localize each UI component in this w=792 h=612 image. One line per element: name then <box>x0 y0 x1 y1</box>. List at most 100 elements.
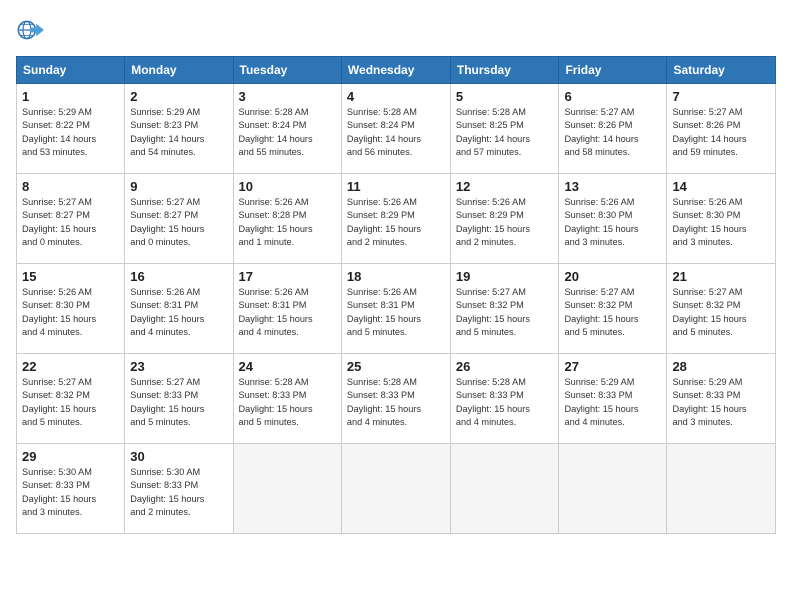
day-info: Sunrise: 5:26 AM Sunset: 8:31 PM Dayligh… <box>239 286 336 339</box>
weekday-header-saturday: Saturday <box>667 57 776 84</box>
day-info: Sunrise: 5:28 AM Sunset: 8:33 PM Dayligh… <box>347 376 445 429</box>
day-number: 9 <box>130 179 227 194</box>
calendar-cell: 23 Sunrise: 5:27 AM Sunset: 8:33 PM Dayli… <box>125 354 233 444</box>
calendar-cell: 2Sunrise: 5:29 AM Sunset: 8:23 PM Daylig… <box>125 84 233 174</box>
day-number: 4 <box>347 89 445 104</box>
day-info: Sunrise: 5:28 AM Sunset: 8:25 PM Dayligh… <box>456 106 554 159</box>
calendar-cell <box>233 444 341 534</box>
day-info: Sunrise: 5:26 AM Sunset: 8:29 PM Dayligh… <box>456 196 554 249</box>
day-info: Sunrise: 5:27 AM Sunset: 8:27 PM Dayligh… <box>130 196 227 249</box>
day-number: 28 <box>672 359 770 374</box>
day-number: 23 <box>130 359 227 374</box>
day-number: 14 <box>672 179 770 194</box>
calendar-cell: 9 Sunrise: 5:27 AM Sunset: 8:27 PM Daylig… <box>125 174 233 264</box>
day-info: Sunrise: 5:29 AM Sunset: 8:23 PM Dayligh… <box>130 106 227 159</box>
day-number: 26 <box>456 359 554 374</box>
day-info: Sunrise: 5:27 AM Sunset: 8:32 PM Dayligh… <box>564 286 661 339</box>
weekday-header-wednesday: Wednesday <box>341 57 450 84</box>
day-info: Sunrise: 5:29 AM Sunset: 8:33 PM Dayligh… <box>672 376 770 429</box>
day-number: 27 <box>564 359 661 374</box>
day-info: Sunrise: 5:26 AM Sunset: 8:29 PM Dayligh… <box>347 196 445 249</box>
day-number: 29 <box>22 449 119 464</box>
day-number: 20 <box>564 269 661 284</box>
calendar-week-5: 29 Sunrise: 5:30 AM Sunset: 8:33 PM Dayli… <box>17 444 776 534</box>
calendar-cell: 15 Sunrise: 5:26 AM Sunset: 8:30 PM Dayli… <box>17 264 125 354</box>
day-info: Sunrise: 5:28 AM Sunset: 8:24 PM Dayligh… <box>347 106 445 159</box>
day-info: Sunrise: 5:27 AM Sunset: 8:26 PM Dayligh… <box>672 106 770 159</box>
day-info: Sunrise: 5:28 AM Sunset: 8:33 PM Dayligh… <box>239 376 336 429</box>
day-number: 18 <box>347 269 445 284</box>
day-number: 25 <box>347 359 445 374</box>
calendar-week-3: 15 Sunrise: 5:26 AM Sunset: 8:30 PM Dayli… <box>17 264 776 354</box>
day-number: 24 <box>239 359 336 374</box>
day-number: 19 <box>456 269 554 284</box>
calendar-cell: 24 Sunrise: 5:28 AM Sunset: 8:33 PM Dayli… <box>233 354 341 444</box>
calendar-cell: 17 Sunrise: 5:26 AM Sunset: 8:31 PM Dayli… <box>233 264 341 354</box>
weekday-header-thursday: Thursday <box>450 57 559 84</box>
weekday-header-row: SundayMondayTuesdayWednesdayThursdayFrid… <box>17 57 776 84</box>
calendar-cell: 5Sunrise: 5:28 AM Sunset: 8:25 PM Daylig… <box>450 84 559 174</box>
day-info: Sunrise: 5:27 AM Sunset: 8:32 PM Dayligh… <box>672 286 770 339</box>
calendar-cell <box>341 444 450 534</box>
calendar-cell: 16 Sunrise: 5:26 AM Sunset: 8:31 PM Dayli… <box>125 264 233 354</box>
day-number: 3 <box>239 89 336 104</box>
day-number: 10 <box>239 179 336 194</box>
day-info: Sunrise: 5:30 AM Sunset: 8:33 PM Dayligh… <box>22 466 119 519</box>
day-number: 8 <box>22 179 119 194</box>
day-info: Sunrise: 5:26 AM Sunset: 8:30 PM Dayligh… <box>672 196 770 249</box>
calendar-cell: 27 Sunrise: 5:29 AM Sunset: 8:33 PM Dayli… <box>559 354 667 444</box>
day-info: Sunrise: 5:27 AM Sunset: 8:27 PM Dayligh… <box>22 196 119 249</box>
calendar-cell: 10Sunrise: 5:26 AM Sunset: 8:28 PM Dayli… <box>233 174 341 264</box>
calendar-week-2: 8 Sunrise: 5:27 AM Sunset: 8:27 PM Daylig… <box>17 174 776 264</box>
calendar-cell: 26 Sunrise: 5:28 AM Sunset: 8:33 PM Dayli… <box>450 354 559 444</box>
day-info: Sunrise: 5:28 AM Sunset: 8:33 PM Dayligh… <box>456 376 554 429</box>
calendar-cell: 8 Sunrise: 5:27 AM Sunset: 8:27 PM Daylig… <box>17 174 125 264</box>
day-number: 7 <box>672 89 770 104</box>
calendar-cell: 14 Sunrise: 5:26 AM Sunset: 8:30 PM Dayli… <box>667 174 776 264</box>
calendar-cell: 29 Sunrise: 5:30 AM Sunset: 8:33 PM Dayli… <box>17 444 125 534</box>
calendar-cell: 4 Sunrise: 5:28 AM Sunset: 8:24 PM Daylig… <box>341 84 450 174</box>
calendar-cell: 22 Sunrise: 5:27 AM Sunset: 8:32 PM Dayli… <box>17 354 125 444</box>
day-info: Sunrise: 5:26 AM Sunset: 8:31 PM Dayligh… <box>347 286 445 339</box>
calendar: SundayMondayTuesdayWednesdayThursdayFrid… <box>16 56 776 534</box>
weekday-header-friday: Friday <box>559 57 667 84</box>
logo <box>16 16 48 44</box>
day-number: 11 <box>347 179 445 194</box>
day-info: Sunrise: 5:30 AM Sunset: 8:33 PM Dayligh… <box>130 466 227 519</box>
day-info: Sunrise: 5:26 AM Sunset: 8:31 PM Dayligh… <box>130 286 227 339</box>
calendar-cell: 3Sunrise: 5:28 AM Sunset: 8:24 PM Daylig… <box>233 84 341 174</box>
calendar-cell: 21Sunrise: 5:27 AM Sunset: 8:32 PM Dayli… <box>667 264 776 354</box>
day-number: 17 <box>239 269 336 284</box>
calendar-cell: 28 Sunrise: 5:29 AM Sunset: 8:33 PM Dayli… <box>667 354 776 444</box>
calendar-cell: 19 Sunrise: 5:27 AM Sunset: 8:32 PM Dayli… <box>450 264 559 354</box>
calendar-cell <box>450 444 559 534</box>
day-number: 12 <box>456 179 554 194</box>
header <box>16 16 776 44</box>
day-number: 16 <box>130 269 227 284</box>
day-number: 30 <box>130 449 227 464</box>
day-number: 13 <box>564 179 661 194</box>
calendar-cell <box>667 444 776 534</box>
weekday-header-monday: Monday <box>125 57 233 84</box>
calendar-cell: 13 Sunrise: 5:26 AM Sunset: 8:30 PM Dayli… <box>559 174 667 264</box>
day-number: 22 <box>22 359 119 374</box>
weekday-header-tuesday: Tuesday <box>233 57 341 84</box>
day-info: Sunrise: 5:27 AM Sunset: 8:32 PM Dayligh… <box>456 286 554 339</box>
calendar-cell: 30 Sunrise: 5:30 AM Sunset: 8:33 PM Dayli… <box>125 444 233 534</box>
calendar-cell: 12 Sunrise: 5:26 AM Sunset: 8:29 PM Dayli… <box>450 174 559 264</box>
weekday-header-sunday: Sunday <box>17 57 125 84</box>
calendar-cell: 25 Sunrise: 5:28 AM Sunset: 8:33 PM Dayli… <box>341 354 450 444</box>
day-number: 15 <box>22 269 119 284</box>
day-info: Sunrise: 5:26 AM Sunset: 8:30 PM Dayligh… <box>564 196 661 249</box>
day-number: 1 <box>22 89 119 104</box>
day-info: Sunrise: 5:26 AM Sunset: 8:30 PM Dayligh… <box>22 286 119 339</box>
calendar-cell: 6Sunrise: 5:27 AM Sunset: 8:26 PM Daylig… <box>559 84 667 174</box>
calendar-week-1: 1 Sunrise: 5:29 AM Sunset: 8:22 PM Daylig… <box>17 84 776 174</box>
calendar-cell: 18 Sunrise: 5:26 AM Sunset: 8:31 PM Dayli… <box>341 264 450 354</box>
day-info: Sunrise: 5:27 AM Sunset: 8:33 PM Dayligh… <box>130 376 227 429</box>
day-info: Sunrise: 5:29 AM Sunset: 8:22 PM Dayligh… <box>22 106 119 159</box>
calendar-cell: 20 Sunrise: 5:27 AM Sunset: 8:32 PM Dayli… <box>559 264 667 354</box>
day-info: Sunrise: 5:29 AM Sunset: 8:33 PM Dayligh… <box>564 376 661 429</box>
calendar-week-4: 22 Sunrise: 5:27 AM Sunset: 8:32 PM Dayli… <box>17 354 776 444</box>
day-info: Sunrise: 5:27 AM Sunset: 8:32 PM Dayligh… <box>22 376 119 429</box>
